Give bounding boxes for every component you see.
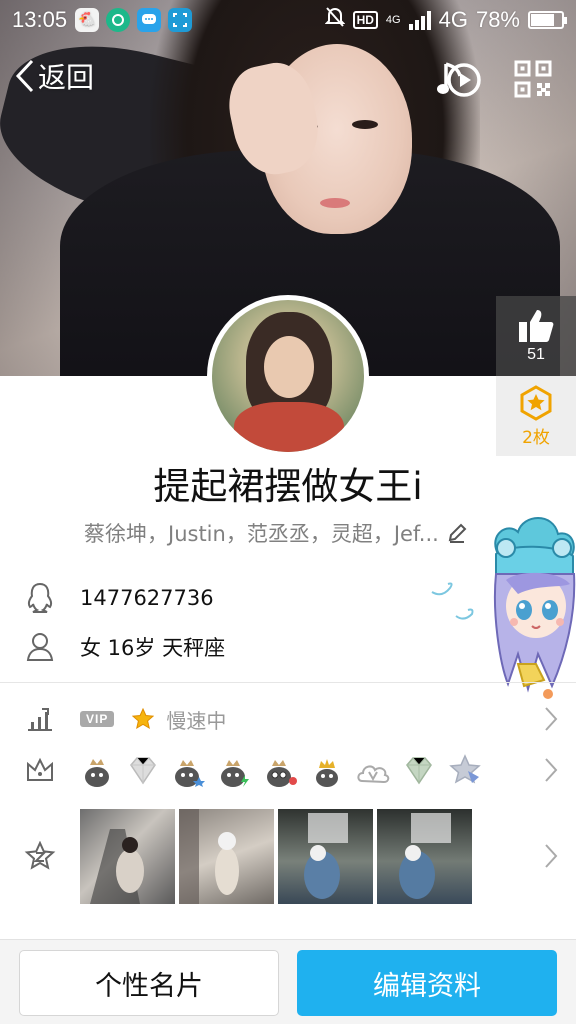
network-label: 4G [438, 7, 468, 32]
vip-speed-row[interactable]: VIP 慢速中 [0, 700, 576, 738]
green-diamond-badge-icon [402, 753, 436, 787]
photo-list [80, 808, 472, 904]
message-app-icon [137, 8, 162, 32]
chevron-right-icon [545, 844, 558, 868]
battery-percent: 78% [475, 7, 520, 32]
interest-tags[interactable]: 蔡徐坤，Justin，范丞丞，灵超，Jef... [84, 518, 494, 548]
green-app-icon [106, 8, 131, 32]
crown-icon [27, 757, 53, 781]
photo-image [304, 812, 348, 899]
chevron-right-icon [545, 758, 558, 782]
avatar[interactable] [207, 295, 369, 457]
back-arrow-icon [15, 59, 34, 93]
mute-bell-icon [324, 6, 345, 34]
diamond-badge-icon [126, 753, 160, 787]
penguin-gold-crown-badge-icon [310, 753, 344, 787]
profile-card-button[interactable]: 个性名片 [19, 950, 279, 1016]
badges-row[interactable] [0, 750, 576, 790]
medal-button[interactable]: 2枚 [496, 376, 576, 456]
vip-tag: VIP [80, 711, 115, 727]
status-right: HD 4G 4G 78% [324, 6, 567, 34]
basic-info-row: 女 16岁 天秤座 [0, 627, 576, 667]
status-time: 13:05 [12, 7, 68, 32]
edit-pencil-icon[interactable] [447, 523, 467, 543]
penguin-glasses-badge-icon [264, 753, 298, 787]
cloud-v-badge-icon [356, 753, 390, 787]
back-label: 返回 [38, 61, 95, 94]
qq-number-row: 1477627736 [0, 578, 576, 618]
hd-badge: HD [352, 11, 378, 29]
scan-app-icon [168, 8, 193, 32]
bottom-action-bar: 个性名片 编辑资料 [0, 939, 576, 1024]
battery-fill [531, 14, 555, 26]
divider [0, 682, 576, 683]
penguin-icon [27, 582, 53, 613]
penguin-lightning-badge-icon [218, 753, 252, 787]
person-icon [26, 633, 54, 661]
like-count: 51 [527, 346, 545, 363]
photo-wall-row[interactable] [0, 808, 576, 904]
edit-profile-button[interactable]: 编辑资料 [297, 950, 557, 1016]
photo-image [90, 828, 144, 904]
small-network-label: 4G [385, 13, 401, 26]
penguin-star-badge-icon [172, 753, 206, 787]
thumbs-up-icon [519, 310, 554, 342]
star-z-icon [24, 841, 56, 870]
status-bar: 13:05 🐔 HD 4G 4G 78% [0, 0, 576, 40]
photo-thumbnail[interactable] [278, 808, 373, 904]
avatar-shirt [234, 402, 344, 452]
qr-code-icon[interactable] [514, 60, 552, 98]
qq-number: 1477627736 [80, 586, 214, 610]
battery-icon [528, 11, 567, 29]
growth-chart-icon [28, 708, 52, 731]
star-medal-icon [520, 384, 552, 421]
nickname: 提起裙摆做女王i [153, 465, 423, 508]
photo-thumbnail[interactable] [377, 808, 472, 904]
penguin-crown-badge-icon [80, 753, 114, 787]
interest-tags-text: 蔡徐坤，Justin，范丞丞，灵超，Jef... [84, 522, 439, 546]
like-button[interactable]: 51 [496, 296, 576, 376]
photo-image [179, 808, 239, 904]
avatar-image [212, 300, 364, 452]
signal-icon [408, 10, 431, 30]
cover-lips [320, 198, 350, 208]
chevron-right-icon [545, 707, 558, 731]
chicken-app-icon: 🐔 [75, 8, 100, 32]
photo-thumbnail[interactable] [80, 808, 175, 904]
medal-count: 2枚 [522, 427, 550, 448]
cover-eye-right [352, 120, 378, 129]
photo-thumbnail[interactable] [179, 808, 274, 904]
gold-star-icon [132, 708, 155, 730]
gender-age-constellation: 女 16岁 天秤座 [80, 636, 226, 660]
photo-image [399, 812, 451, 899]
avatar-face [264, 336, 314, 398]
badge-list [80, 753, 482, 787]
star-badge-icon [448, 753, 482, 787]
back-button[interactable]: 返回 [14, 56, 94, 96]
music-play-icon[interactable] [436, 58, 482, 102]
speed-status: 慢速中 [166, 708, 227, 733]
